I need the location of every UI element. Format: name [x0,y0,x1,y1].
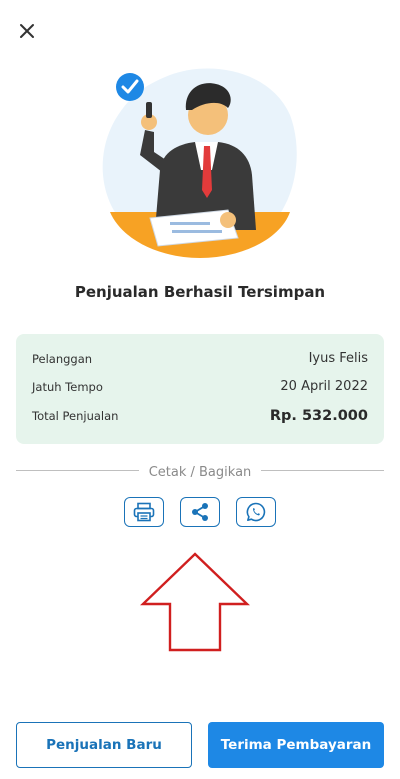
printer-icon [133,502,155,522]
summary-row-customer: Pelanggan Iyus Felis [32,351,368,366]
receive-payment-button[interactable]: Terima Pembayaran [208,722,384,768]
page-title: Penjualan Berhasil Tersimpan [74,283,326,301]
share-section-label-wrap: Cetak / Bagikan [0,461,400,480]
print-button[interactable] [124,497,164,527]
summary-label: Pelanggan [32,351,93,366]
summary-label: Jatuh Tempo [32,379,103,394]
new-sale-label: Penjualan Baru [46,737,162,753]
close-button[interactable] [14,18,40,44]
close-icon [20,24,34,38]
summary-total-value: Rp. 532.000 [269,408,368,424]
summary-label: Total Penjualan [32,409,119,423]
whatsapp-button[interactable] [236,497,276,527]
summary-row-total: Total Penjualan Rp. 532.000 [32,408,368,424]
success-illustration [102,68,297,258]
pointer-arrow [140,552,250,652]
new-sale-button[interactable]: Penjualan Baru [16,722,192,768]
summary-value: Iyus Felis [308,351,368,366]
sale-summary-card: Pelanggan Iyus Felis Jatuh Tempo 20 Apri… [16,334,384,444]
summary-value: 20 April 2022 [280,379,368,394]
share-section-label: Cetak / Bagikan [138,465,262,480]
share-button[interactable] [180,497,220,527]
receive-payment-label: Terima Pembayaran [220,737,372,753]
summary-row-due-date: Jatuh Tempo 20 April 2022 [32,379,368,394]
whatsapp-icon [246,502,266,522]
share-icon [192,503,208,521]
